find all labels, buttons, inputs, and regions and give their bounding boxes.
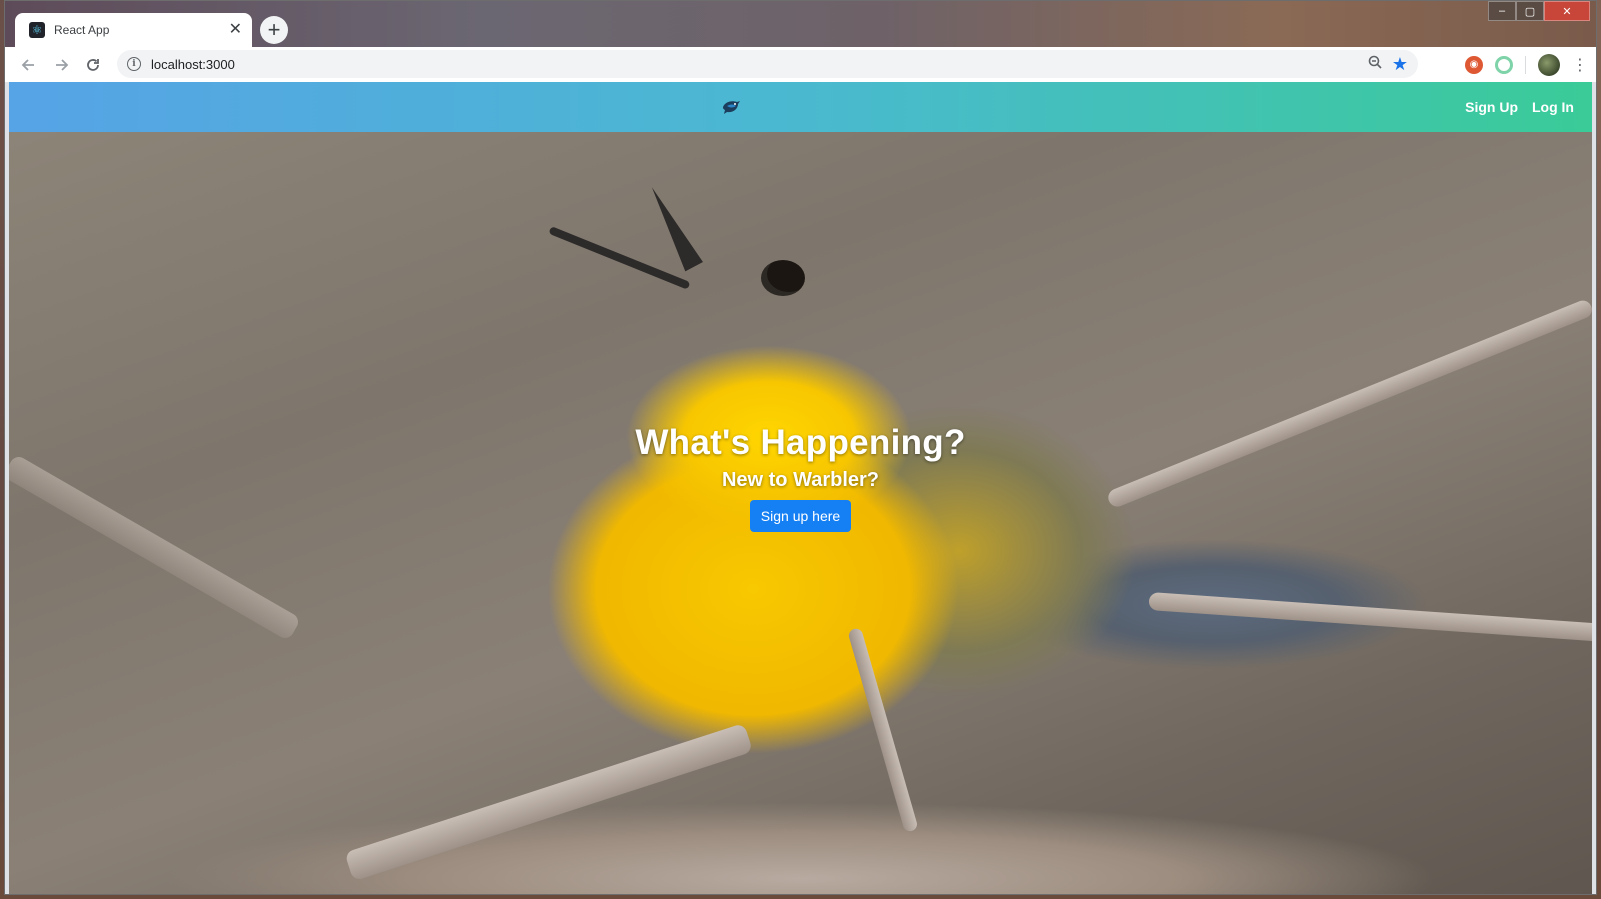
address-bar[interactable]: i localhost:3000 ★ [117, 50, 1418, 78]
close-icon[interactable]: ✕ [1544, 1, 1590, 21]
new-tab-button[interactable]: + [260, 16, 288, 44]
minimize-icon[interactable]: – [1488, 1, 1516, 21]
hero-title: What's Happening? [635, 423, 966, 462]
maximize-icon[interactable]: ▢ [1516, 1, 1544, 21]
site-info-icon[interactable]: i [127, 57, 141, 71]
warbler-logo-icon[interactable] [721, 98, 741, 116]
profile-avatar[interactable] [1538, 53, 1560, 76]
login-link[interactable]: Log In [1532, 99, 1574, 115]
back-arrow-icon[interactable] [15, 51, 43, 79]
react-favicon-icon: ⚛ [29, 22, 45, 38]
duckduckgo-extension-icon[interactable]: ◉ [1465, 55, 1483, 74]
browser-toolbar: i localhost:3000 ★ ◉ ⋮ [5, 47, 1596, 82]
bird-beak [643, 182, 703, 272]
background-branch [847, 627, 919, 833]
background-branch [344, 722, 754, 882]
bird-eye [761, 260, 805, 296]
browser-window: ⚛ React App ✕ + – ▢ ✕ i localhost:3000 ★ [4, 0, 1597, 895]
signup-link[interactable]: Sign Up [1465, 99, 1518, 115]
hero-subtitle: New to Warbler? [721, 469, 880, 491]
hero-content: What's Happening? New to Warbler? Sign u… [9, 423, 1592, 532]
site-navbar: Sign Up Log In [9, 82, 1592, 132]
signup-here-button[interactable]: Sign up here [749, 500, 852, 532]
forward-arrow-icon[interactable] [47, 51, 75, 79]
tab-strip: ⚛ React App ✕ + – ▢ ✕ [5, 1, 1596, 47]
reload-icon[interactable] [79, 51, 107, 79]
window-controls: – ▢ ✕ [1488, 1, 1590, 21]
kebab-menu-icon[interactable]: ⋮ [1572, 55, 1588, 75]
toolbar-divider [1525, 55, 1526, 74]
tab-title: React App [54, 23, 110, 37]
extensions-area: ◉ ⋮ [1465, 47, 1588, 82]
page-viewport: Sign Up Log In What's Happening? New to … [9, 82, 1592, 894]
extension-ring-icon[interactable] [1495, 55, 1513, 74]
hero-section: What's Happening? New to Warbler? Sign u… [9, 132, 1592, 894]
bookmark-star-icon[interactable]: ★ [1392, 54, 1408, 75]
url-text[interactable]: localhost:3000 [151, 57, 1358, 72]
tab-close-icon[interactable]: ✕ [229, 22, 242, 38]
background-branch [1148, 592, 1592, 643]
zoom-icon[interactable] [1368, 55, 1382, 74]
nav-links: Sign Up Log In [1465, 82, 1574, 132]
browser-tab[interactable]: ⚛ React App ✕ [15, 13, 252, 47]
